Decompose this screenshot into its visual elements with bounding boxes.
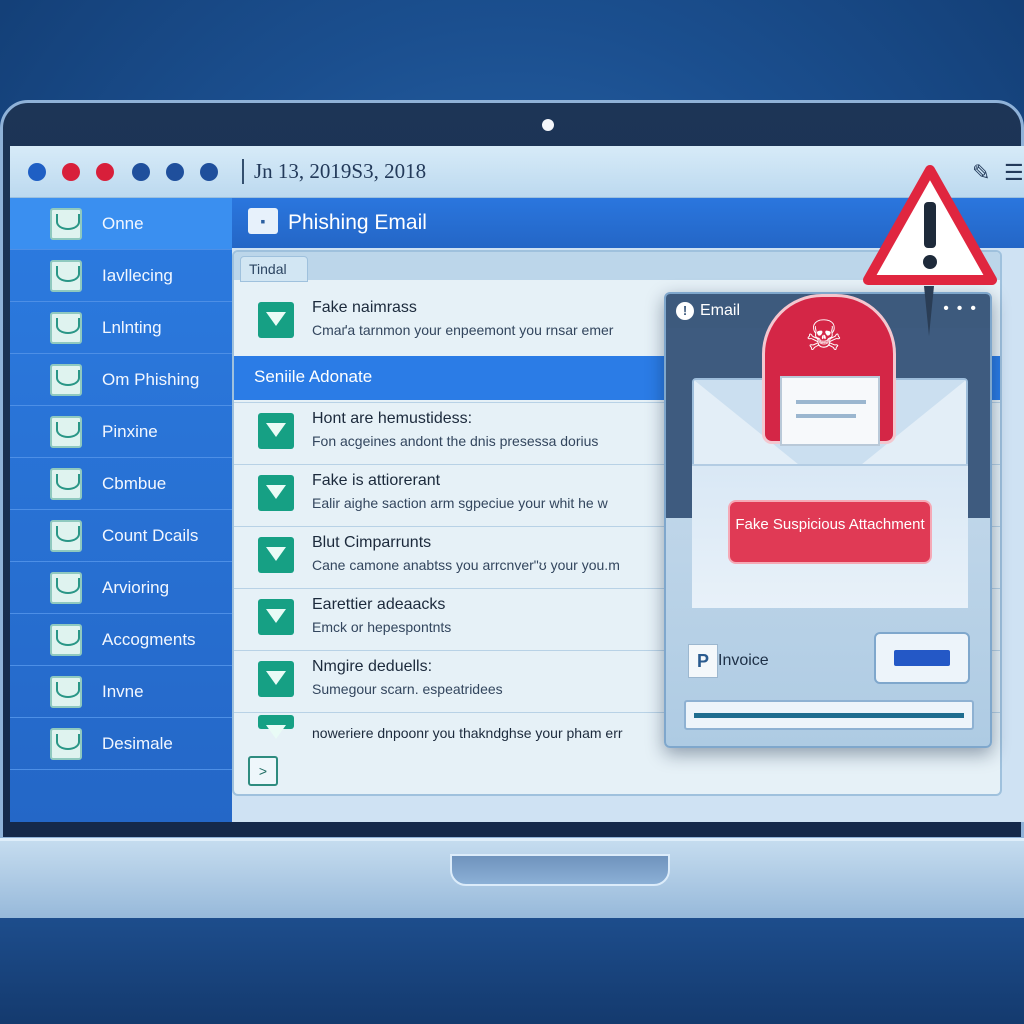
mail-preview: Fon acgeines andont the dnis presessa do… (312, 433, 599, 449)
sidebar-item-iavllecing[interactable]: Iavllecing (10, 250, 232, 302)
download-progress-line (694, 713, 964, 718)
email-popup: ! Email ••• ☠ Fake Suspicious Attachment… (664, 292, 992, 748)
window-dot-1[interactable] (28, 163, 46, 181)
mail-icon (50, 728, 82, 760)
mail-preview: Cane camone anabtss you arrcnver"ʊ your … (312, 557, 620, 573)
window-dot-2[interactable] (62, 163, 80, 181)
mail-icon (50, 572, 82, 604)
invoice-file-icon[interactable]: P (688, 644, 718, 678)
mail-subject: Blut Cimparrunts (312, 534, 432, 551)
sidebar-item-invne[interactable]: Invne (10, 666, 232, 718)
letter-icon (780, 376, 880, 446)
sidebar-item-label: Lnlnting (102, 318, 162, 337)
sidebar-item-label: Cbmbue (102, 474, 167, 493)
mail-subject: Nmgire deduells: (312, 658, 433, 675)
mail-preview: Cmaґa tarnmon your enpeemont you rnsar e… (312, 322, 614, 338)
popup-menu-icon[interactable]: ••• (943, 300, 984, 318)
sidebar-item-label: Desimale (102, 734, 173, 753)
sidebar-item-om-phishing[interactable]: Om Phishing (10, 354, 232, 406)
sidebar-item-arvioring[interactable]: Arvioring (10, 562, 232, 614)
sidebar-item-count-dcails[interactable]: Count Dcails (10, 510, 232, 562)
mail-icon (258, 302, 294, 338)
sidebar-item-label: Om Phishing (102, 370, 200, 389)
mail-icon (258, 599, 294, 635)
message-icon: ▪ (248, 208, 278, 234)
menu-icon[interactable]: ☰ (1004, 160, 1024, 186)
window-dot-5[interactable] (166, 163, 184, 181)
letter-line (796, 414, 856, 418)
compose-button[interactable]: > (248, 756, 278, 786)
info-icon: ! (676, 302, 694, 320)
mail-icon (258, 475, 294, 511)
mail-icon (50, 624, 82, 656)
mail-preview: Ealir aighe saction arm sgpeciue your wh… (312, 495, 608, 511)
sidebar-item-onne[interactable]: Onne (10, 198, 232, 250)
mail-preview: noweriere dnpoonr you thakndghse your ph… (312, 725, 623, 741)
popup-title: Email (700, 302, 741, 319)
mail-icon (50, 468, 82, 500)
mail-icon (50, 208, 82, 240)
mail-preview: Emck or hepespontnts (312, 619, 452, 635)
skull-crossbones-icon: ☠ (805, 312, 843, 359)
window-dot-4[interactable] (132, 163, 150, 181)
sidebar-item-label: Iavllecing (102, 266, 173, 285)
mail-preview: Sumegour scarn. espeatridees (312, 681, 503, 697)
mail-icon (258, 413, 294, 449)
mail-icon (50, 312, 82, 344)
download-field[interactable] (684, 700, 974, 730)
mail-icon (258, 661, 294, 697)
mail-subject: Fake naimrass (312, 299, 417, 316)
letter-line (796, 400, 866, 404)
window-date: Jn 13, 2019S3, 2018 (242, 159, 426, 184)
mail-icon (258, 537, 294, 573)
page-title: Phishing Email (288, 211, 427, 234)
sidebar-item-cbmbue[interactable]: Cbmbue (10, 458, 232, 510)
webcam (542, 119, 554, 131)
window-dot-6[interactable] (200, 163, 218, 181)
tab-tindal[interactable]: Tindal (240, 256, 308, 282)
warning-triangle-icon (863, 165, 997, 285)
sidebar-item-desimale[interactable]: Desimale (10, 718, 232, 770)
sidebar-item-label: Onne (102, 214, 144, 233)
mail-subject: Hont are hemustidess: (312, 410, 473, 427)
sidebar-item-label: Accogments (102, 630, 196, 649)
sidebar-item-label: Invne (102, 682, 144, 701)
sidebar-item-pinxine[interactable]: Pinxine (10, 406, 232, 458)
mail-icon (50, 676, 82, 708)
mail-icon (50, 364, 82, 396)
sidebar-item-label: Pinxine (102, 422, 158, 441)
mail-icon (50, 520, 82, 552)
sidebar-item-lnlnting[interactable]: Lnlnting (10, 302, 232, 354)
window-dot-3[interactable] (96, 163, 114, 181)
mail-icon (50, 260, 82, 292)
invoice-label: Invoice (718, 652, 769, 669)
sidebar-item-label: Arvioring (102, 578, 170, 597)
mail-icon (50, 416, 82, 448)
laptop-hinge (450, 854, 670, 886)
mail-subject: Fake is attiorerant (312, 472, 441, 489)
suspicious-attachment-button[interactable]: Fake Suspicious Attachment (728, 500, 932, 564)
open-attachment-button[interactable] (874, 632, 970, 684)
desk-surface (0, 918, 1024, 1024)
mail-icon (258, 715, 294, 739)
sidebar-item-label: Count Dcails (102, 526, 199, 545)
button-bar (894, 650, 950, 666)
sidebar-item-accogments[interactable]: Accogments (10, 614, 232, 666)
sidebar: Onne Iavllecing Lnlnting Om Phishing Pin… (10, 198, 232, 822)
mail-subject: Earettier adeaacks (312, 596, 446, 613)
